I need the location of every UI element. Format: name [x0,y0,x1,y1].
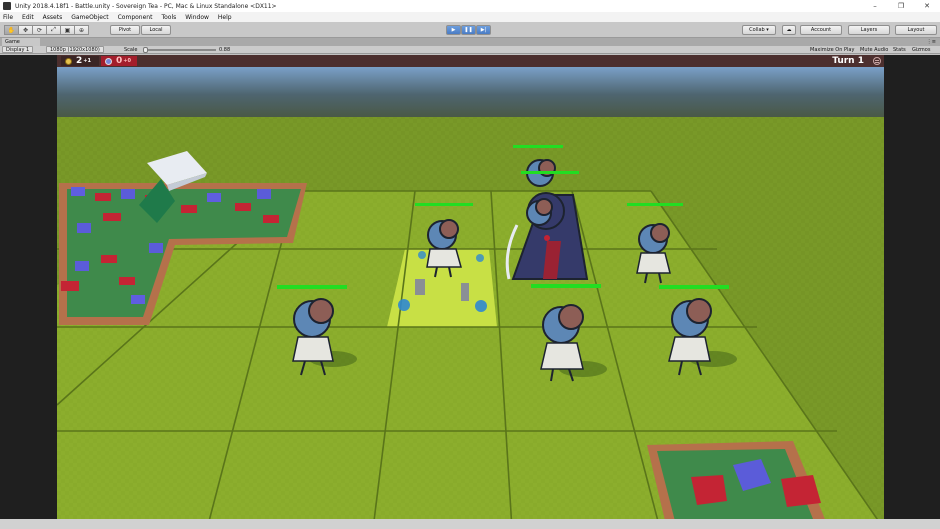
rect-tool-icon[interactable]: ▣ [60,25,75,35]
cloud-icon[interactable]: ☁ [782,25,796,35]
game-screen[interactable]: 2 +1 0 +0 Turn 1 [57,55,884,529]
tab-options-icon[interactable]: ⋮≡ [927,39,936,45]
local-toggle[interactable]: Local [141,25,171,35]
display-dropdown[interactable]: Display 1 [2,46,34,53]
pause-button[interactable]: ❚❚ [461,25,476,35]
close-button[interactable]: ✕ [914,0,940,12]
gold-counter: 2 +1 [61,56,99,66]
transform-tool-icon[interactable]: ⊕ [74,25,89,35]
coin-icon [65,57,72,65]
move-tool-icon[interactable]: ✥ [18,25,33,35]
collab-button[interactable]: Collab ▾ [742,25,776,35]
sky-background [57,67,884,117]
mute-audio-toggle[interactable]: Mute Audio [860,47,888,53]
scale-slider-track[interactable] [144,49,216,51]
health-bar [277,285,347,289]
scale-label: Scale [124,47,138,53]
pivot-toggle[interactable]: Pivot [110,25,140,35]
health-bar [627,203,683,206]
mana-orb-icon [105,57,112,65]
window-controls: – ❐ ✕ [862,0,940,12]
scale-tool-icon[interactable]: ⤢ [46,25,61,35]
menu-component[interactable]: Component [118,14,153,21]
menu-assets[interactable]: Assets [43,14,63,21]
health-bar [513,145,563,148]
unity-editor: Unity 2018.4.18f1 - Battle.unity - Sover… [0,0,940,529]
menu-gameobject[interactable]: GameObject [71,14,108,21]
account-dropdown[interactable]: Account [800,25,842,35]
menu-tools[interactable]: Tools [161,14,176,21]
menu-help[interactable]: Help [218,14,232,21]
transform-tools: ✋ ✥ ⟳ ⤢ ▣ ⊕ [4,25,89,35]
resolution-dropdown[interactable]: 1080p (1920x1080) [46,46,104,53]
menu-window[interactable]: Window [185,14,209,21]
menu-file[interactable]: File [3,14,13,21]
play-button[interactable]: ▶ [446,25,461,35]
restore-button[interactable]: ❐ [888,0,914,12]
menu-edit[interactable]: Edit [22,14,34,21]
scale-slider-handle[interactable] [143,47,148,53]
tab-game[interactable]: Game [2,38,40,46]
rotate-tool-icon[interactable]: ⟳ [32,25,47,35]
maximize-on-play-toggle[interactable]: Maximize On Play [810,47,854,53]
health-bar [659,285,729,289]
game-tab-label: Game [5,39,20,45]
status-bar [0,519,940,529]
stats-toggle[interactable]: Stats [893,47,906,53]
health-bar [531,284,601,288]
scale-value: 0.88 [219,47,231,53]
window-title: Unity 2018.4.18f1 - Battle.unity - Sover… [15,2,277,10]
layers-dropdown[interactable]: Layers [848,25,890,35]
mana-counter: 0 +0 [101,56,137,66]
unity-logo-icon [3,2,11,10]
minimize-button[interactable]: – [862,0,888,12]
mana-income: +0 [123,58,131,64]
menu-bar: File Edit Assets GameObject Component To… [0,12,940,22]
game-viewport[interactable]: 2 +1 0 +0 Turn 1 [0,55,940,529]
layout-dropdown[interactable]: Layout [895,25,937,35]
game-view-toolbar: Display 1 1080p (1920x1080) Scale 0.88 M… [0,46,940,54]
step-button[interactable]: ▶| [476,25,491,35]
battle-scene[interactable] [57,55,884,529]
health-bar [521,171,579,174]
gizmos-dropdown[interactable]: Gizmos [912,47,930,53]
game-tab-bar: Game ⋮≡ [0,38,940,46]
main-toolbar: ✋ ✥ ⟳ ⤢ ▣ ⊕ Pivot Local ▶ ❚❚ ▶| Collab ▾… [0,22,940,38]
hand-tool-icon[interactable]: ✋ [4,25,19,35]
turn-indicator: Turn 1 [832,56,864,66]
gold-income: +1 [83,58,91,64]
mana-value: 0 [116,56,123,66]
health-bar [415,203,473,206]
window-title-bar: Unity 2018.4.18f1 - Battle.unity - Sover… [0,0,940,12]
menu-icon[interactable] [873,57,881,65]
hud-bar: 2 +1 0 +0 Turn 1 [57,55,884,67]
gold-value: 2 [76,56,83,66]
